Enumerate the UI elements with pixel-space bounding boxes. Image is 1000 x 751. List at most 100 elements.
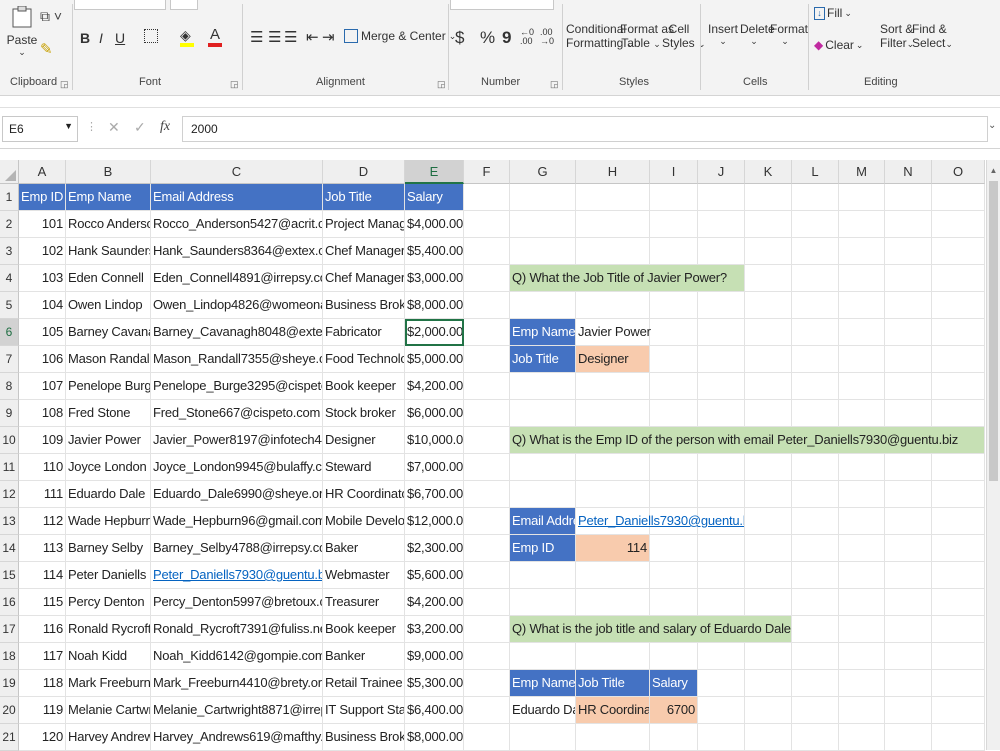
cell[interactable]: [698, 184, 745, 211]
clear-button[interactable]: ◆ Clear ⌄: [814, 38, 863, 52]
cell[interactable]: [698, 643, 745, 670]
format-painter-icon[interactable]: ✎: [40, 40, 53, 58]
cell[interactable]: [885, 184, 932, 211]
cell[interactable]: $3,000.00: [405, 265, 464, 292]
cell[interactable]: 120: [19, 724, 66, 751]
align-right-icon[interactable]: ☰: [284, 28, 297, 46]
row-header[interactable]: 13: [0, 508, 19, 535]
column-header[interactable]: L: [792, 160, 839, 184]
align-left-icon[interactable]: ☰: [250, 28, 263, 46]
cell[interactable]: Eduardo Dale: [66, 481, 151, 508]
cell[interactable]: [885, 616, 932, 643]
cell[interactable]: [792, 292, 839, 319]
comma-style-button[interactable]: 9: [502, 28, 511, 48]
cell[interactable]: HR Coordinator: [323, 481, 405, 508]
cell[interactable]: Joyce_London9945@bulaffy.com: [151, 454, 323, 481]
cell[interactable]: [745, 184, 792, 211]
cell[interactable]: [792, 184, 839, 211]
cell[interactable]: [885, 670, 932, 697]
cell[interactable]: [839, 454, 885, 481]
cell[interactable]: Emp ID: [19, 184, 66, 211]
cell[interactable]: [464, 292, 510, 319]
cell[interactable]: [792, 400, 839, 427]
cell[interactable]: 114: [19, 562, 66, 589]
cell[interactable]: [792, 346, 839, 373]
cell[interactable]: $2,300.00: [405, 535, 464, 562]
cell[interactable]: [792, 697, 839, 724]
cell[interactable]: [576, 481, 650, 508]
cell[interactable]: $8,000.00: [405, 292, 464, 319]
cell[interactable]: [792, 535, 839, 562]
row-header[interactable]: 15: [0, 562, 19, 589]
row-header[interactable]: 5: [0, 292, 19, 319]
cell[interactable]: [464, 346, 510, 373]
cell[interactable]: Ronald_Rycroft7391@fuliss.net: [151, 616, 323, 643]
cell[interactable]: [650, 589, 698, 616]
row-header[interactable]: 18: [0, 643, 19, 670]
cell[interactable]: [839, 535, 885, 562]
cell[interactable]: [464, 697, 510, 724]
cell[interactable]: Business Broker: [323, 292, 405, 319]
cell[interactable]: [576, 643, 650, 670]
cell[interactable]: [885, 724, 932, 751]
cell[interactable]: [510, 292, 576, 319]
column-header[interactable]: O: [932, 160, 985, 184]
cell[interactable]: [792, 265, 839, 292]
cell[interactable]: [745, 346, 792, 373]
expand-formula-bar-icon[interactable]: ⌄: [988, 120, 996, 131]
cell[interactable]: [839, 670, 885, 697]
cell[interactable]: 117: [19, 643, 66, 670]
cell[interactable]: [932, 589, 985, 616]
scroll-up-icon[interactable]: ▲: [987, 166, 1000, 175]
cell[interactable]: [650, 184, 698, 211]
cell[interactable]: [650, 346, 698, 373]
cell[interactable]: Emp Name: [510, 670, 576, 697]
cell[interactable]: [650, 211, 698, 238]
cell[interactable]: [698, 562, 745, 589]
cell[interactable]: [932, 238, 985, 265]
cell[interactable]: $5,600.00: [405, 562, 464, 589]
row-header[interactable]: 6: [0, 319, 19, 346]
cell[interactable]: [885, 481, 932, 508]
row-header[interactable]: 2: [0, 211, 19, 238]
cell[interactable]: [932, 400, 985, 427]
number-format-box[interactable]: [450, 0, 554, 10]
cell[interactable]: [932, 481, 985, 508]
cell[interactable]: [792, 481, 839, 508]
cell[interactable]: Wade_Hepburn96@gmail.com: [151, 508, 323, 535]
cell[interactable]: [464, 184, 510, 211]
cell[interactable]: [510, 400, 576, 427]
cell[interactable]: 104: [19, 292, 66, 319]
cell[interactable]: [464, 238, 510, 265]
cell[interactable]: [745, 535, 792, 562]
cell[interactable]: Barney Selby: [66, 535, 151, 562]
cell[interactable]: 113: [19, 535, 66, 562]
cell[interactable]: [932, 292, 985, 319]
cell[interactable]: [510, 238, 576, 265]
cell[interactable]: [650, 562, 698, 589]
cell[interactable]: Job Title: [323, 184, 405, 211]
row-header[interactable]: 1: [0, 184, 19, 211]
cell[interactable]: Noah_Kidd6142@gompie.com: [151, 643, 323, 670]
cell[interactable]: Noah Kidd: [66, 643, 151, 670]
enter-icon[interactable]: ✓: [134, 119, 146, 136]
borders-icon[interactable]: [144, 29, 158, 43]
cell[interactable]: Mark_Freeburn4410@brety.org: [151, 670, 323, 697]
cell[interactable]: [576, 562, 650, 589]
cell[interactable]: [839, 184, 885, 211]
align-center-icon[interactable]: ☰: [268, 28, 281, 46]
cell[interactable]: [698, 697, 745, 724]
row-header[interactable]: 3: [0, 238, 19, 265]
cell[interactable]: [932, 670, 985, 697]
cell[interactable]: [576, 400, 650, 427]
cell[interactable]: [745, 292, 792, 319]
cell[interactable]: [885, 562, 932, 589]
column-header[interactable]: B: [66, 160, 151, 184]
name-box[interactable]: E6 ▼: [2, 116, 78, 142]
row-header[interactable]: 16: [0, 589, 19, 616]
cell[interactable]: [885, 400, 932, 427]
cell[interactable]: Project Manager: [323, 211, 405, 238]
cell[interactable]: Percy_Denton5997@bretoux.com: [151, 589, 323, 616]
cell[interactable]: [792, 670, 839, 697]
column-header[interactable]: M: [839, 160, 885, 184]
